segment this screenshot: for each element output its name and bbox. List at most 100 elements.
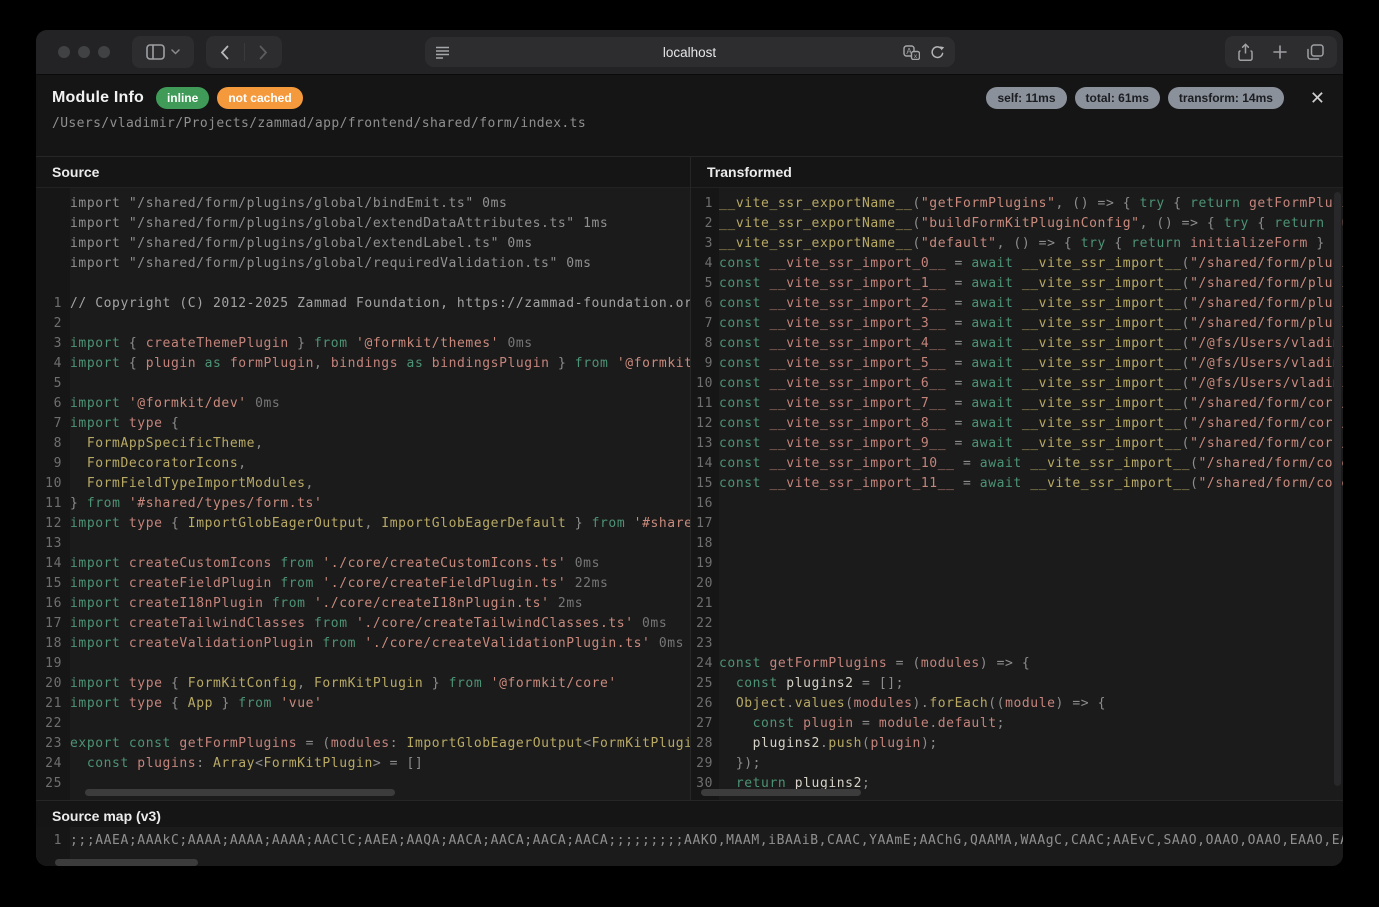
minimize-window-button[interactable] bbox=[78, 46, 90, 58]
code-line: 9 FormDecoratorIcons, bbox=[36, 454, 690, 474]
transformed-panel: Transformed 1__vite_ssr_exportName__("ge… bbox=[690, 157, 1343, 800]
timing-badge: total: 61ms bbox=[1075, 87, 1160, 109]
code-line: 15const __vite_ssr_import_11__ = await _… bbox=[691, 474, 1343, 494]
source-panel-title: Source bbox=[36, 157, 690, 188]
code-line: 11const __vite_ssr_import_7__ = await __… bbox=[691, 394, 1343, 414]
line-number: 24 bbox=[36, 754, 70, 774]
line-number: 22 bbox=[36, 714, 70, 734]
code-line: 18import createValidationPlugin from './… bbox=[36, 634, 690, 654]
code-line: 28 plugins2.push(plugin); bbox=[691, 734, 1343, 754]
line-number: 6 bbox=[691, 294, 719, 314]
tab-overview-icon[interactable] bbox=[1307, 44, 1324, 60]
transformed-vscrollbar[interactable] bbox=[1334, 192, 1341, 786]
code-line: 27 const plugin = module.default; bbox=[691, 714, 1343, 734]
chevron-right-icon bbox=[259, 45, 268, 60]
reload-icon[interactable] bbox=[930, 45, 945, 60]
sidebar-icon bbox=[146, 44, 165, 60]
code-line: 9const __vite_ssr_import_5__ = await __v… bbox=[691, 354, 1343, 374]
sourcemap-hscrollbar[interactable] bbox=[55, 859, 198, 866]
sidebar-toggle-button[interactable] bbox=[132, 36, 194, 68]
code-panels: Source import "/shared/form/plugins/glob… bbox=[36, 156, 1343, 800]
toolbar-right-buttons bbox=[1225, 36, 1337, 68]
code-line: 1;;;AAEA;AAAkC;AAAA;AAAA;AAAA;AAClC;AAEA… bbox=[36, 831, 1343, 851]
timing-badge: self: 11ms bbox=[986, 87, 1066, 109]
code-line: 16 bbox=[691, 494, 1343, 514]
close-window-button[interactable] bbox=[58, 46, 70, 58]
timing-badges: self: 11mstotal: 61mstransform: 14ms bbox=[978, 87, 1283, 109]
code-line: 13const __vite_ssr_import_9__ = await __… bbox=[691, 434, 1343, 454]
code-line: 3import { createThemePlugin } from '@for… bbox=[36, 334, 690, 354]
line-number: 11 bbox=[36, 494, 70, 514]
new-tab-icon[interactable] bbox=[1273, 45, 1287, 59]
share-icon[interactable] bbox=[1238, 43, 1253, 61]
code-line: 29 }); bbox=[691, 754, 1343, 774]
line-number: 23 bbox=[36, 734, 70, 754]
line-number: 13 bbox=[36, 534, 70, 554]
back-button[interactable] bbox=[206, 45, 244, 60]
zoom-window-button[interactable] bbox=[98, 46, 110, 58]
code-line: 20 bbox=[691, 574, 1343, 594]
code-line: 18 bbox=[691, 534, 1343, 554]
code-line: 22 bbox=[691, 614, 1343, 634]
url-text: localhost bbox=[425, 45, 955, 60]
line-number: 21 bbox=[36, 694, 70, 714]
desktop: { "browser": { "url": "localhost", "icon… bbox=[0, 0, 1379, 907]
line-number: 7 bbox=[691, 314, 719, 334]
page-title: Module Info bbox=[52, 89, 144, 107]
code-line: 25 const plugins2 = []; bbox=[691, 674, 1343, 694]
module-info-header: Module Info inlinenot cached self: 11ms t… bbox=[36, 75, 1343, 156]
line-number: 25 bbox=[691, 674, 719, 694]
reader-view-icon[interactable] bbox=[435, 45, 450, 59]
line-number: 18 bbox=[36, 634, 70, 654]
line-number: 15 bbox=[36, 574, 70, 594]
line-number: 4 bbox=[36, 354, 70, 374]
line-number: 10 bbox=[36, 474, 70, 494]
close-icon[interactable]: ✕ bbox=[1308, 89, 1327, 107]
code-line: 17 bbox=[691, 514, 1343, 534]
code-line: 4const __vite_ssr_import_0__ = await __v… bbox=[691, 254, 1343, 274]
source-hscrollbar[interactable] bbox=[85, 789, 395, 796]
sourcemap-code-block[interactable]: 1;;;AAEA;AAAkC;AAAA;AAAA;AAAA;AAClC;AAEA… bbox=[36, 827, 1343, 866]
line-number: 22 bbox=[691, 614, 719, 634]
line-number: 2 bbox=[691, 214, 719, 234]
code-line: 23 bbox=[691, 634, 1343, 654]
code-line: 19 bbox=[691, 554, 1343, 574]
code-line: 1// Copyright (C) 2012-2025 Zammad Found… bbox=[36, 294, 690, 314]
line-number: 21 bbox=[691, 594, 719, 614]
line-number: 3 bbox=[691, 234, 719, 254]
window-controls bbox=[58, 46, 110, 58]
code-line: 24 const plugins: Array<FormKitPlugin> =… bbox=[36, 754, 690, 774]
chevron-left-icon bbox=[220, 45, 229, 60]
translate-icon[interactable]: Ax bbox=[903, 45, 920, 60]
line-number: 11 bbox=[691, 394, 719, 414]
line-number: 1 bbox=[36, 294, 70, 314]
address-bar[interactable]: localhost Ax bbox=[425, 37, 955, 67]
line-number: 13 bbox=[691, 434, 719, 454]
code-line: 24const getFormPlugins = (modules) => { bbox=[691, 654, 1343, 674]
forward-button[interactable] bbox=[244, 45, 282, 60]
code-line: 14import createCustomIcons from './core/… bbox=[36, 554, 690, 574]
code-line: 20import type { FormKitConfig, FormKitPl… bbox=[36, 674, 690, 694]
line-number: 7 bbox=[36, 414, 70, 434]
line-number: 1 bbox=[691, 194, 719, 214]
code-line: 2__vite_ssr_exportName__("buildFormKitPl… bbox=[691, 214, 1343, 234]
code-line: 8const __vite_ssr_import_4__ = await __v… bbox=[691, 334, 1343, 354]
transformed-code-block[interactable]: 1__vite_ssr_exportName__("getFormPlugins… bbox=[691, 188, 1343, 800]
code-line: 5const __vite_ssr_import_1__ = await __v… bbox=[691, 274, 1343, 294]
line-number: 26 bbox=[691, 694, 719, 714]
source-code-block[interactable]: import "/shared/form/plugins/global/bind… bbox=[36, 188, 690, 800]
code-line: 12const __vite_ssr_import_8__ = await __… bbox=[691, 414, 1343, 434]
transformed-hscrollbar[interactable] bbox=[701, 789, 861, 796]
line-number: 10 bbox=[691, 374, 719, 394]
chevron-down-icon bbox=[171, 49, 180, 55]
sourcemap-title: Source map (v3) bbox=[36, 801, 1343, 827]
code-line: 21import type { App } from 'vue' bbox=[36, 694, 690, 714]
code-line: import "/shared/form/plugins/global/exte… bbox=[36, 214, 690, 234]
code-line: 7const __vite_ssr_import_3__ = await __v… bbox=[691, 314, 1343, 334]
line-number: 15 bbox=[691, 474, 719, 494]
line-number: 12 bbox=[691, 414, 719, 434]
code-line: 17import createTailwindClasses from './c… bbox=[36, 614, 690, 634]
line-number: 14 bbox=[36, 554, 70, 574]
module-badges: inlinenot cached bbox=[156, 87, 303, 109]
code-line: 4import { plugin as formPlugin, bindings… bbox=[36, 354, 690, 374]
